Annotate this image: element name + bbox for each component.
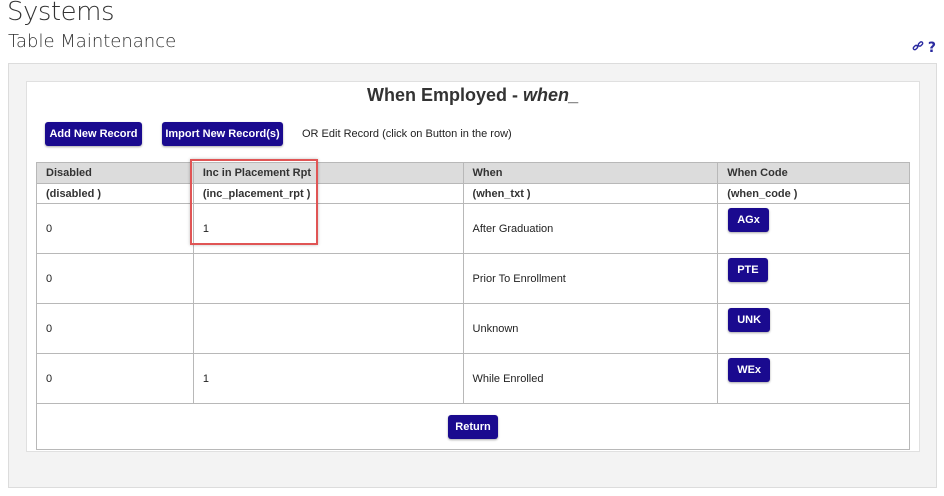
column-header-disabled: Disabled [36, 162, 194, 184]
page-subtitle: Table Maintenance [8, 31, 177, 52]
link-icon[interactable] [912, 40, 924, 56]
table-footer-row: Return [36, 403, 910, 450]
top-icons: ? [912, 40, 936, 56]
table-title-table: when_ [523, 85, 580, 105]
column-header-when-code: When Code [717, 162, 910, 184]
cell-inc-placement [192, 253, 464, 304]
footer-cell: Return [36, 403, 910, 450]
table-header-row: Disabled Inc in Placement Rpt When When … [36, 162, 910, 184]
table-row: 0 1 After Graduation AGx [36, 203, 910, 254]
records-table: Disabled Inc in Placement Rpt When When … [36, 162, 910, 450]
cell-when-code: UNK [717, 303, 910, 354]
cell-inc-placement [192, 303, 464, 354]
link-icon-glyph [912, 41, 924, 51]
cell-inc-placement: 1 [192, 203, 464, 254]
return-button[interactable]: Return [448, 414, 498, 439]
cell-when: Prior To Enrollment [462, 253, 719, 304]
field-name-when-code: (when_code ) [717, 183, 910, 204]
cell-inc-placement: 1 [192, 353, 464, 404]
cell-when: While Enrolled [462, 353, 719, 404]
edit-record-button[interactable]: UNK [728, 308, 771, 332]
cell-when: After Graduation [462, 203, 719, 254]
cell-disabled: 0 [36, 353, 194, 404]
app-title: Systems [7, 0, 115, 27]
field-names-row: (disabled ) (inc_placement_rpt ) (when_t… [36, 183, 910, 204]
edit-hint: OR Edit Record (click on Button in the r… [302, 128, 512, 140]
table-title-prefix: When Employed - [366, 85, 523, 105]
cell-disabled: 0 [36, 303, 194, 354]
edit-record-button[interactable]: WEx [728, 358, 771, 382]
field-name-disabled: (disabled ) [36, 183, 194, 204]
help-icon[interactable]: ? [928, 40, 936, 56]
cell-when-code: PTE [717, 253, 910, 304]
field-name-when: (when_txt ) [462, 183, 719, 204]
cell-when-code: AGx [717, 203, 910, 254]
column-header-inc-placement: Inc in Placement Rpt [192, 162, 464, 184]
field-name-inc-placement: (inc_placement_rpt ) [192, 183, 464, 204]
table-row: 0 Prior To Enrollment PTE [36, 253, 910, 304]
table-row: 0 Unknown UNK [36, 303, 910, 354]
cell-disabled: 0 [36, 203, 194, 254]
table-title: When Employed - when_ [0, 85, 944, 106]
edit-record-button[interactable]: AGx [728, 208, 769, 232]
cell-when-code: WEx [717, 353, 910, 404]
table-row: 0 1 While Enrolled WEx [36, 353, 910, 404]
cell-disabled: 0 [36, 253, 194, 304]
edit-record-button[interactable]: PTE [728, 258, 768, 282]
column-header-when: When [462, 162, 719, 184]
cell-when: Unknown [462, 303, 719, 354]
add-new-record-button[interactable]: Add New Record [45, 122, 142, 146]
import-records-button[interactable]: Import New Record(s) [162, 122, 283, 146]
